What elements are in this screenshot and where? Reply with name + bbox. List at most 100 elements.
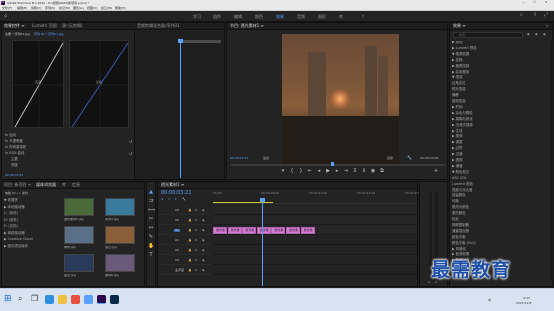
ripple-edit-tool-icon[interactable]: ⟺ [148, 208, 155, 214]
effects-tree-item[interactable]: ▶ 变换 [452, 58, 462, 62]
effect-row-motion[interactable]: fx 运动 [5, 133, 16, 137]
lift-icon[interactable]: ⊼ [352, 169, 358, 175]
go-to-out-icon[interactable]: ⇥ [343, 169, 349, 175]
effects-tree-item[interactable]: ▶ 视频 [452, 134, 462, 138]
track-lane[interactable] [213, 236, 417, 245]
effect-row-time-remap[interactable]: fx 时间重映射 [5, 145, 26, 149]
program-playhead[interactable] [331, 162, 334, 166]
effects-tree-item[interactable]: ▶ 透视 [452, 158, 462, 162]
workspace-assembly[interactable]: 组件 [213, 15, 221, 19]
effects-tree-item[interactable]: 偏移 [452, 93, 459, 97]
taskbar-premiere-icon[interactable] [97, 295, 106, 304]
tab-effect-controls[interactable]: 效果控件 ≡ [4, 24, 25, 28]
menu-file[interactable]: 文件(F) [2, 7, 12, 10]
reset-icon[interactable]: ↺ [129, 152, 132, 156]
sync-icon[interactable]: ⇆ [195, 249, 198, 252]
effects-tree-item[interactable]: ▶ 过时 [452, 146, 462, 150]
workspace-effects[interactable]: 效果 [276, 15, 284, 19]
tray-time[interactable]: 9:43 [523, 297, 530, 300]
workspace-learn[interactable]: 学习 [193, 15, 201, 19]
lock-icon[interactable]: 🔒 [188, 209, 192, 212]
taskbar-photoshop-icon[interactable] [110, 295, 119, 304]
effects-tree-item[interactable]: ▶ 实用程序 [452, 70, 469, 74]
tab-effects[interactable]: 效果 ≡ [453, 24, 466, 28]
sync-icon[interactable]: ⇆ [195, 259, 198, 262]
taskbar-explorer-icon[interactable] [58, 295, 67, 304]
menu-window[interactable]: 窗口(W) [101, 7, 112, 10]
effects-tree-item[interactable]: ▶ 图像控制 [452, 64, 469, 68]
track-lane[interactable] [213, 206, 417, 215]
workspace-libraries[interactable]: 库 [339, 15, 343, 19]
track-lane[interactable] [213, 256, 417, 265]
menu-view[interactable]: 视图(V) [87, 7, 97, 10]
sync-icon[interactable]: ⇆ [195, 209, 198, 212]
add-button-icon[interactable]: + [433, 169, 439, 175]
eye-icon[interactable]: ◉ [202, 269, 205, 272]
effects-tree-item[interactable]: ▶ 音频效果 [452, 252, 469, 256]
effects-tree-item[interactable]: ▼ 视频效果 [452, 52, 469, 56]
effects-tree-item[interactable]: ASC CDL [452, 176, 467, 180]
program-fit-select[interactable]: 适合 [263, 157, 269, 160]
step-forward-icon[interactable]: ▸ [334, 169, 340, 175]
razor-tool-icon[interactable]: ✂ [148, 217, 154, 223]
luma-curve-graph[interactable]: 亮度 [12, 40, 65, 129]
media-thumbnail[interactable]: 透光素材1.jpg [60, 198, 98, 224]
tab-source[interactable]: 源:(无剪辑) [62, 24, 82, 28]
timeline-clip[interactable]: 透光素 [227, 227, 242, 234]
effects-tree-item[interactable]: ▶ 预设 [452, 41, 462, 44]
effect-row-luma[interactable]: 亮度 [11, 163, 18, 167]
effects-tree-item[interactable]: ▶ 模糊与锐化 [452, 117, 473, 121]
go-to-in-icon[interactable]: ⇤ [307, 169, 313, 175]
media-tree-item[interactable]: ▶ 团队项目版本 [4, 244, 28, 248]
media-thumbnail[interactable]: 风景2.jpg [101, 198, 139, 224]
hand-tool-icon[interactable]: ✋ [148, 244, 154, 250]
mark-out-icon[interactable]: } [298, 169, 304, 175]
effects-tree-item[interactable]: 色彩 [452, 217, 459, 221]
add-marker-icon[interactable]: ▾ [280, 169, 286, 175]
tray-date[interactable]: 2021/11/8 [516, 302, 531, 305]
track-label[interactable]: A3 [174, 259, 180, 262]
timeline-playhead-handle[interactable] [260, 198, 265, 202]
search-icon[interactable]: ⌕ [520, 13, 523, 18]
timeline-clip[interactable]: 透光素 [286, 227, 300, 234]
close-button[interactable]: ✕ [545, 1, 548, 4]
program-quality-select[interactable]: 完整 [387, 157, 393, 160]
blue-curve-graph[interactable]: 蓝色 [69, 40, 130, 129]
tab-project[interactable]: 项目: 新项目 ≡ [4, 183, 31, 187]
compare-icon[interactable]: ⧉ [379, 169, 385, 175]
solo-meter-button-2[interactable]: S [435, 281, 437, 284]
taskbar-qq-icon[interactable] [84, 295, 93, 304]
step-back-icon[interactable]: ◂ [316, 169, 322, 175]
sync-icon[interactable]: ⇆ [195, 239, 198, 242]
effects-tree-item[interactable]: ▶ 沉浸式视频 [452, 123, 473, 127]
32bit-effects-icon[interactable]: ▣ [535, 33, 538, 36]
timeline-timecode[interactable]: 00:00:03:21 [161, 191, 192, 196]
effects-tree-item[interactable]: 均衡 [452, 199, 459, 203]
minimize-button[interactable]: — [522, 1, 525, 4]
solo-meter-button[interactable]: S [428, 281, 430, 284]
timeline-clip[interactable]: 透光素 [242, 227, 257, 234]
effects-tree-item[interactable]: ▶ Lumetri 预设 [452, 46, 477, 50]
program-settings-icon[interactable]: 🔧 [407, 156, 412, 160]
lock-icon[interactable]: 🔒 [188, 229, 192, 232]
tab-audio-clip-mixer[interactable]: 音频剪辑混合器:序列01 [137, 24, 179, 28]
track-label[interactable]: 主声道 [174, 269, 185, 272]
taskbar-chrome-icon[interactable] [71, 295, 80, 304]
track-lane[interactable] [213, 216, 417, 225]
track-label[interactable]: V3 [174, 209, 180, 212]
timeline-settings-icon[interactable]: 🔧 [182, 198, 186, 201]
lock-icon[interactable]: 🔒 [188, 249, 192, 252]
sequence-label[interactable]: 序列 01 * 序列01.jpg [34, 33, 64, 36]
sync-icon[interactable]: ⇆ [195, 269, 198, 272]
workspace-graphics[interactable]: 图形 [318, 15, 326, 19]
taskbar-search-icon[interactable]: ⌕ [18, 295, 22, 303]
eye-icon[interactable]: ◉ [202, 239, 205, 242]
effects-tree-item[interactable]: ▶ 时间 [452, 105, 462, 109]
eye-icon[interactable]: ◉ [202, 219, 205, 222]
play-icon[interactable]: ▶ [325, 169, 331, 175]
effects-tree-item[interactable]: 视频限制器 [452, 223, 469, 227]
media-tree-item[interactable]: ▶ 本地驱动器 [4, 205, 25, 209]
track-label[interactable]: V2 [174, 219, 180, 222]
effects-tree-item[interactable]: 颜色平衡 (HLS) [452, 241, 476, 245]
track-label[interactable]: A1 [174, 239, 180, 242]
